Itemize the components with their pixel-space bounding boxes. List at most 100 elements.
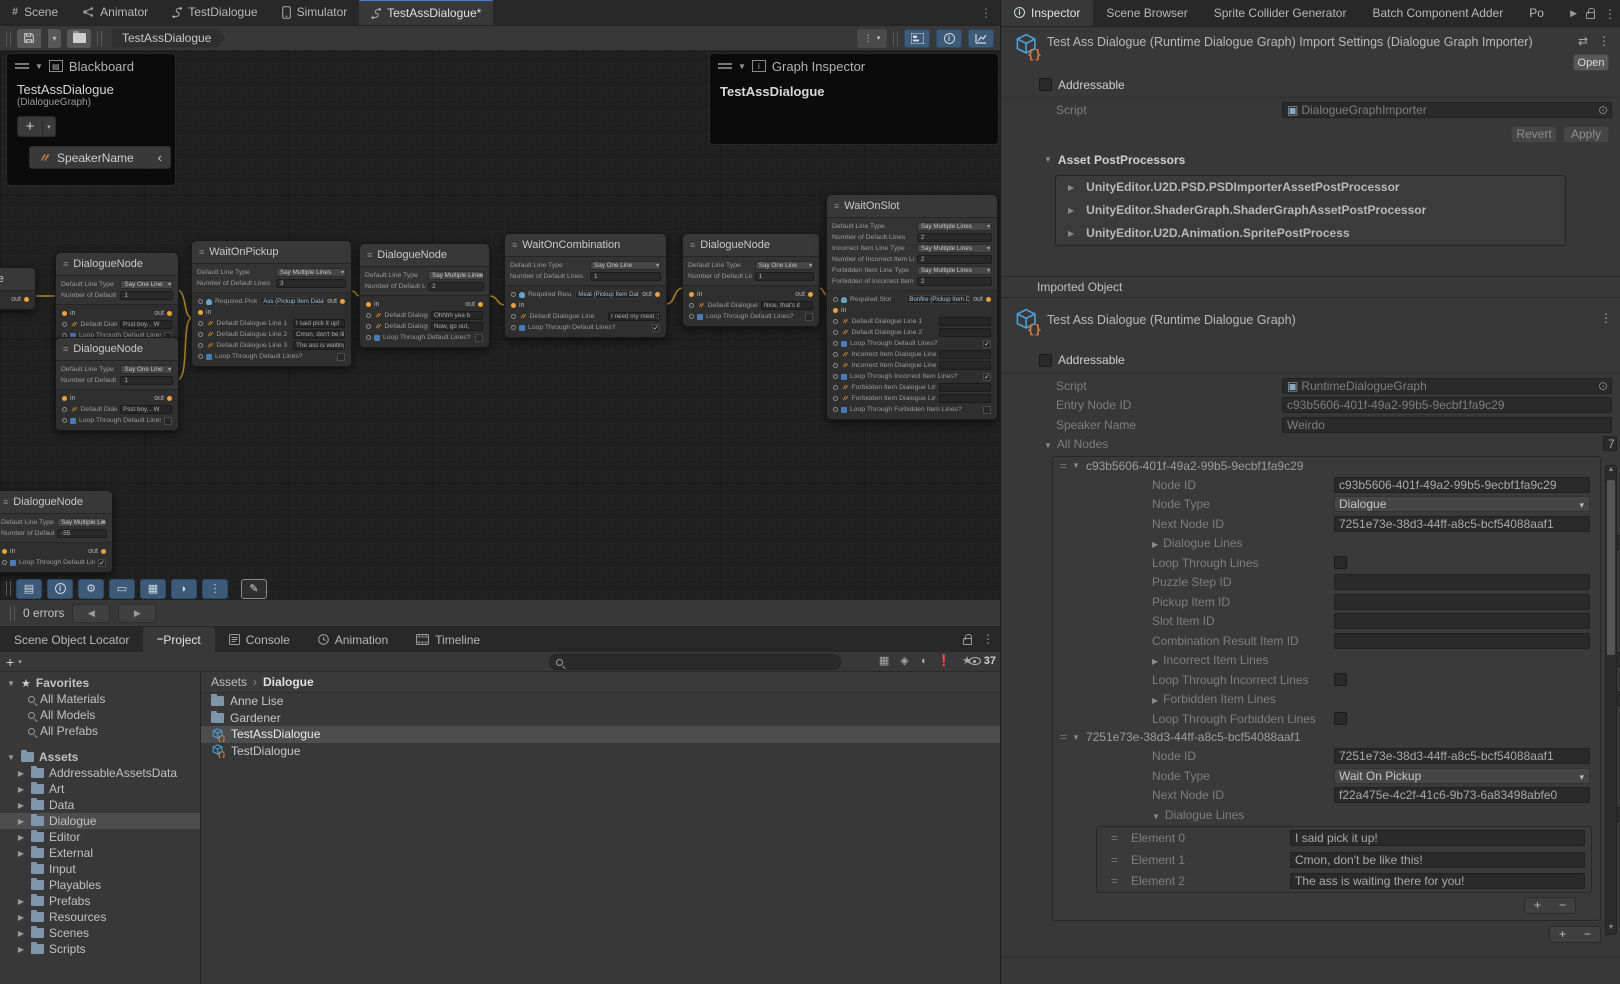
array-foldout[interactable]: ▶Incorrect Item Lines	[1152, 653, 1269, 667]
graph-node-waitoncombination[interactable]: ≡WaitOnCombinationDefault Line TypeSay O…	[504, 233, 667, 338]
output-port[interactable]	[986, 297, 991, 302]
addressable-checkbox[interactable]	[1039, 354, 1052, 367]
line-input[interactable]: Ohhhh yea b	[431, 311, 483, 320]
output-port[interactable]	[101, 549, 106, 554]
object-port[interactable]	[511, 292, 516, 297]
node-collapse-icon[interactable]: ≡	[199, 247, 204, 257]
node-collapse-icon[interactable]: ≡	[3, 497, 8, 507]
postprocessor-item[interactable]: ▶UnityEditor.ShaderGraph.ShaderGraphAsse…	[1056, 199, 1565, 222]
all-nodes-foldout[interactable]: ▼All Nodes	[1044, 437, 1108, 451]
input-port[interactable]	[689, 292, 694, 297]
inspector-tab-batch-component-adder[interactable]: Batch Component Adder	[1359, 0, 1516, 26]
add-property-button[interactable]: +	[17, 116, 43, 137]
tree-folder-data[interactable]: ▶Data	[0, 797, 200, 813]
search-by-label-icon[interactable]: ◈	[900, 654, 908, 667]
property-dropdown[interactable]: Wait On Pickup	[1334, 768, 1590, 784]
property-field[interactable]	[1334, 633, 1590, 649]
addressable-checkbox[interactable]	[1039, 78, 1052, 91]
array-foldout[interactable]: ▶Forbidden Item Lines	[1152, 692, 1276, 706]
blackboard-toggle-button[interactable]	[904, 29, 930, 48]
context-menu-icon[interactable]: ⋮	[1598, 34, 1610, 48]
scroll-down-icon[interactable]: ▼	[1606, 924, 1616, 934]
line-input[interactable]: Nice, that's it	[761, 301, 813, 310]
output-port[interactable]	[167, 396, 172, 401]
property-dropdown[interactable]: Say Multiple Lines	[276, 268, 346, 277]
array-foldout[interactable]: ▼Dialogue Lines	[1152, 808, 1244, 822]
property-checkbox[interactable]	[1334, 712, 1347, 725]
tab-scene[interactable]: #Scene	[0, 0, 70, 25]
line-input[interactable]	[939, 394, 991, 403]
property-input[interactable]: 2	[917, 255, 992, 264]
output-port[interactable]	[167, 311, 172, 316]
foldout-arrow-icon[interactable]: ▶	[16, 913, 26, 922]
input-port[interactable]	[62, 311, 67, 316]
object-port[interactable]	[198, 299, 203, 304]
property-dropdown[interactable]: Say Multiple Lines	[428, 271, 484, 280]
info-panel-button[interactable]: i	[47, 579, 73, 599]
property-field[interactable]	[1334, 594, 1590, 610]
loop-checkbox[interactable]	[805, 313, 813, 321]
output-port[interactable]	[655, 292, 660, 297]
inspector-scrollbar[interactable]: ▲ ▼	[1605, 465, 1617, 935]
loop-checkbox[interactable]	[337, 353, 345, 361]
tab-testdialogue[interactable]: TestDialogue	[160, 0, 269, 25]
property-dropdown[interactable]: Say One Line	[590, 261, 661, 270]
favorites-header[interactable]: ▼★Favorites	[0, 675, 200, 691]
all-nodes-row[interactable]: ▼All Nodes 7	[1001, 434, 1620, 454]
open-button[interactable]: Open	[1573, 54, 1609, 71]
property-checkbox[interactable]	[1334, 556, 1347, 569]
node-collapse-icon[interactable]: ≡	[834, 201, 839, 211]
line-port[interactable]	[366, 313, 371, 318]
property-input[interactable]: 1	[755, 272, 814, 281]
tab-animation[interactable]: Animation	[304, 627, 402, 652]
breadcrumb-root[interactable]: Assets	[211, 675, 247, 689]
tree-folder-editor[interactable]: ▶Editor	[0, 829, 200, 845]
property-input[interactable]: 1	[120, 291, 173, 300]
remove-element-button[interactable]: −	[1550, 898, 1575, 913]
all-nodes-count[interactable]: 7	[1603, 436, 1617, 451]
file-item-gardener[interactable]: Gardener	[201, 710, 1000, 727]
input-port[interactable]	[511, 303, 516, 308]
loop-checkbox[interactable]	[983, 406, 991, 414]
blackboard-field-speakername[interactable]: ​〃 SpeakerName ‹	[29, 146, 171, 169]
property-input[interactable]: 3	[276, 279, 346, 288]
reorder-handle-icon[interactable]: =	[1111, 831, 1118, 845]
tab-console[interactable]: Console	[215, 627, 304, 652]
reorder-handle-icon[interactable]: =	[1111, 853, 1118, 867]
tree-folder-playables[interactable]: Playables	[0, 877, 200, 893]
line-input[interactable]: Now, go out,	[431, 322, 483, 331]
tab-project[interactable]: Project	[143, 627, 214, 652]
line-port[interactable]	[833, 352, 838, 357]
file-item-anne-lise[interactable]: Anne Lise	[201, 693, 1000, 710]
play-button[interactable]: ◗	[171, 579, 197, 599]
create-asset-button[interactable]: +	[6, 654, 14, 670]
scroll-up-icon[interactable]: ▲	[1606, 466, 1616, 476]
foldout-arrow-icon[interactable]: ▶	[16, 945, 26, 954]
check-port[interactable]	[833, 374, 838, 379]
inspector-tab-scene-browser[interactable]: Scene Browser	[1093, 0, 1200, 26]
loop-checkbox[interactable]	[164, 417, 172, 425]
line-port[interactable]	[62, 322, 67, 327]
line-input[interactable]	[939, 350, 991, 359]
remove-element-button[interactable]: −	[1575, 927, 1600, 942]
input-port[interactable]	[366, 302, 371, 307]
tree-folder-dialogue[interactable]: ▶Dialogue	[0, 813, 200, 829]
node-section-header[interactable]: =▼7251e73e-38d3-44ff-a8c5-bcf54088aaf1	[1053, 728, 1600, 746]
add-element-button[interactable]: +	[1525, 898, 1550, 913]
foldout-arrow-icon[interactable]: ▼	[1072, 733, 1080, 742]
node-collapse-icon[interactable]: ≡	[690, 240, 695, 250]
minimap-toggle-button[interactable]	[968, 29, 994, 48]
postprocessor-item[interactable]: ▶UnityEditor.U2D.PSD.PSDImporterAssetPos…	[1056, 176, 1565, 199]
foldout-arrow-icon[interactable]: ▼	[1072, 461, 1080, 470]
graph-node-waitonslot[interactable]: ≡WaitOnSlotDefault Line TypeSay Multiple…	[826, 194, 998, 420]
node-collapse-icon[interactable]: ≡	[63, 344, 68, 354]
property-field[interactable]: f22a475e-4c2f-41c6-9b73-6a83498abfe0	[1334, 787, 1590, 803]
input-port[interactable]	[62, 396, 67, 401]
check-port[interactable]	[689, 314, 694, 319]
tree-folder-art[interactable]: ▶Art	[0, 781, 200, 797]
property-checkbox[interactable]	[1334, 673, 1347, 686]
graph-inspector-toggle-button[interactable]: i	[936, 29, 962, 48]
graph-canvas[interactable]: ▼ ▤ Blackboard TestAssDialogue (Dialogue…	[0, 51, 1000, 600]
inspector-tab-inspector[interactable]: iInspector	[1001, 0, 1093, 26]
property-dropdown[interactable]: Say Multiple Lines	[917, 222, 992, 231]
